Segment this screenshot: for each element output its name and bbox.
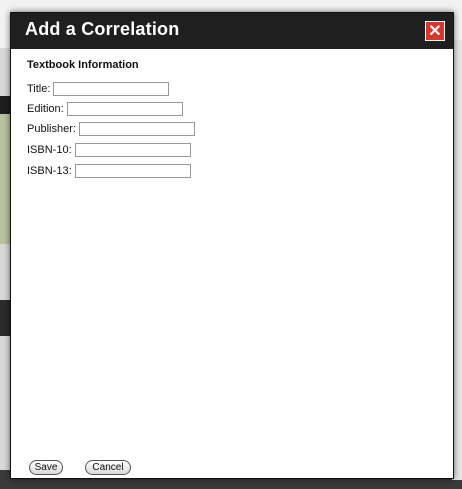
edition-label: Edition:: [27, 103, 64, 115]
isbn13-field-row: ISBN-13:: [27, 162, 191, 180]
isbn10-field-row: ISBN-10:: [27, 141, 191, 159]
edition-field-row: Edition:: [27, 100, 183, 118]
title-field-row: Title:: [27, 80, 170, 98]
dialog-titlebar: Add a Correlation ✕: [11, 13, 453, 49]
title-input[interactable]: [53, 82, 170, 96]
dialog-title: Add a Correlation: [25, 19, 180, 39]
isbn10-input[interactable]: [74, 143, 191, 157]
save-button[interactable]: Save: [29, 460, 63, 475]
isbn13-input[interactable]: [74, 164, 191, 178]
edition-input[interactable]: [66, 102, 183, 116]
isbn13-label: ISBN-13:: [27, 165, 72, 177]
add-correlation-dialog: Add a Correlation ✕ Textbook Information…: [10, 12, 454, 479]
close-icon[interactable]: ✕: [425, 21, 445, 41]
publisher-label: Publisher:: [27, 123, 76, 135]
cancel-button[interactable]: Cancel: [85, 460, 131, 475]
publisher-field-row: Publisher:: [27, 120, 195, 138]
isbn10-label: ISBN-10:: [27, 144, 72, 156]
publisher-input[interactable]: [78, 122, 195, 136]
section-heading: Textbook Information: [27, 59, 139, 71]
title-label: Title:: [27, 83, 51, 95]
